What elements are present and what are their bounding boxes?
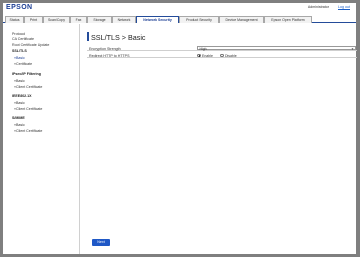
sidebar-item-ssl-basic[interactable]: »Basic [14, 56, 25, 60]
encryption-strength-value: High [199, 47, 207, 52]
logout-link[interactable]: Log out [338, 5, 350, 9]
epson-logo: EPSON [6, 4, 33, 11]
sidebar-heading-ssl-tls: SSL/TLS [12, 49, 27, 53]
enable-label: Enable [202, 53, 213, 58]
sidebar-heading-ieee8021x: IEEE802.1X [12, 94, 32, 98]
title-accent-bar [87, 32, 89, 41]
sidebar-item-root-certificate-update[interactable]: Root Certificate Update [12, 43, 49, 47]
sidebar-item-smime-basic[interactable]: »Basic [14, 123, 25, 127]
sidebar-item-ieee-client-certificate[interactable]: »Client Certificate [14, 107, 42, 111]
encryption-strength-label: Encryption Strength [89, 46, 121, 51]
sidebar: Protocol CA Certificate Root Certificate… [3, 24, 80, 254]
tab-fax[interactable]: Fax [70, 16, 87, 23]
tab-storage[interactable]: Storage [87, 16, 112, 23]
encryption-strength-select[interactable]: High ▼ [197, 46, 356, 52]
disable-label: Disable [225, 53, 237, 58]
header: EPSON Administrator Log out [3, 3, 356, 13]
sidebar-item-ipsec-client-certificate[interactable]: »Client Certificate [14, 85, 42, 89]
sidebar-item-ssl-certificate[interactable]: »Certificate [14, 62, 32, 66]
redirect-https-label: Redirect HTTP to HTTPS [89, 53, 130, 58]
tab-network[interactable]: Network [112, 16, 136, 23]
tab-bar: Status Print Scan/Copy Fax Storage Netwo… [3, 15, 356, 23]
sidebar-heading-ipsec: IPsec/IP Filtering [12, 72, 41, 76]
sidebar-item-ca-certificate[interactable]: CA Certificate [12, 37, 34, 41]
main-content: SSL/TLS > Basic Encryption Strength High… [83, 24, 357, 254]
sidebar-item-ipsec-basic[interactable]: »Basic [14, 79, 25, 83]
page-title: SSL/TLS > Basic [91, 33, 146, 42]
encryption-strength-row: Encryption Strength High ▼ [87, 46, 357, 51]
chevron-down-icon: ▼ [351, 47, 354, 52]
sidebar-item-protocol[interactable]: Protocol [12, 32, 25, 36]
tab-network-security[interactable]: Network Security [136, 16, 179, 23]
sidebar-item-smime-client-certificate[interactable]: »Client Certificate [14, 129, 42, 133]
disable-radio[interactable] [220, 53, 224, 58]
next-button[interactable]: Next [92, 239, 110, 246]
browser-page: EPSON Administrator Log out Status Print… [3, 3, 357, 254]
tab-epson-open-platform[interactable]: Epson Open Platform [264, 16, 312, 23]
tab-device-management[interactable]: Device Management [219, 16, 264, 23]
tab-product-security[interactable]: Product Security [179, 16, 219, 23]
tab-status[interactable]: Status [5, 16, 24, 23]
enable-radio[interactable] [197, 53, 201, 58]
admin-label: Administrator [307, 5, 329, 9]
redirect-https-row: Redirect HTTP to HTTPS Enable Disable [87, 53, 357, 58]
tab-scan-copy[interactable]: Scan/Copy [43, 16, 70, 23]
sidebar-heading-smime: S/MIME [12, 116, 25, 120]
sidebar-item-ieee-basic[interactable]: »Basic [14, 101, 25, 105]
tab-print[interactable]: Print [24, 16, 43, 23]
